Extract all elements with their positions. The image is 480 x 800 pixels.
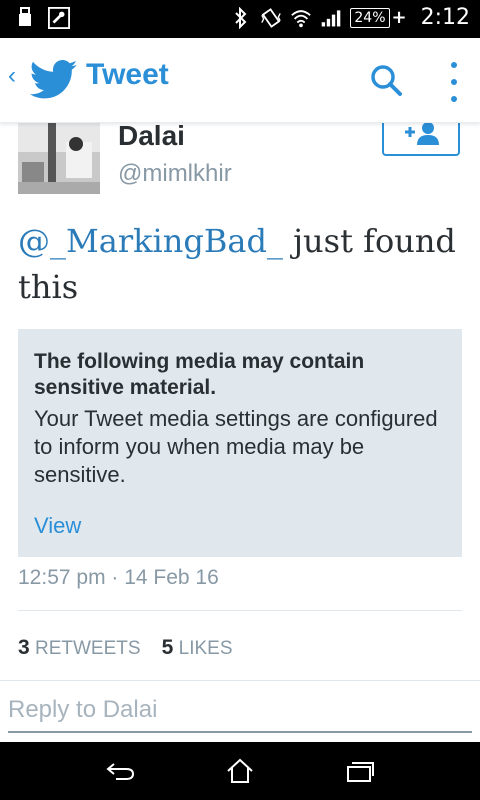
avatar[interactable] [18, 122, 100, 194]
sensitive-title: The following media may contain sensitiv… [34, 350, 365, 399]
twitter-bird-icon[interactable] [29, 60, 78, 105]
search-icon[interactable] [368, 62, 404, 103]
signal-icon [320, 6, 342, 30]
view-media-link[interactable]: View [34, 513, 81, 539]
likes-label: LIKES [178, 638, 233, 659]
vibrate-icon [260, 6, 282, 30]
add-user-icon [401, 122, 441, 152]
debug-icon [48, 6, 70, 30]
mention-link[interactable]: @_MarkingBad_ [18, 222, 283, 260]
overflow-menu-icon[interactable] [446, 62, 462, 102]
screen-title: Tweet [86, 58, 169, 91]
back-icon[interactable] [100, 756, 140, 786]
battery-indicator: 24% + [350, 6, 407, 28]
likes-stat[interactable]: 5 LIKES [161, 636, 233, 659]
author-name[interactable]: Dalai [118, 122, 185, 152]
home-icon[interactable] [220, 756, 260, 786]
retweets-stat[interactable]: 3 RETWEETS [18, 636, 141, 659]
tweet-text: @_MarkingBad_ just found this [18, 218, 458, 310]
reply-input[interactable] [8, 689, 472, 733]
action-bar: ‹ Tweet [0, 38, 480, 123]
retweets-count: 3 [18, 636, 30, 659]
retweets-label: RETWEETS [34, 638, 141, 659]
battery-percent: 24% [350, 7, 390, 28]
reply-bar [0, 680, 480, 743]
recent-apps-icon[interactable] [340, 756, 380, 786]
usb-icon [14, 6, 36, 30]
tweet-timestamp: 12:57 pm · 14 Feb 16 [18, 566, 219, 589]
status-bar: 24% + 2:12 [0, 0, 480, 38]
charging-icon: + [391, 6, 407, 28]
wifi-icon [290, 6, 312, 30]
system-nav-bar [0, 742, 480, 800]
sensitive-description: Your Tweet media settings are configured… [34, 406, 438, 487]
author-handle[interactable]: @mimlkhir [118, 160, 232, 188]
back-chevron-icon[interactable]: ‹ [8, 62, 16, 90]
divider [18, 610, 462, 611]
clock: 2:12 [420, 5, 470, 30]
bluetooth-icon [230, 6, 252, 30]
likes-count: 5 [161, 636, 174, 659]
tweet-detail: Dalai @mimlkhir @_MarkingBad_ just found… [0, 122, 480, 680]
follow-button[interactable] [382, 122, 460, 156]
sensitive-media-notice: The following media may contain sensitiv… [18, 329, 462, 557]
tweet-stats: 3 RETWEETS 5 LIKES [18, 636, 233, 660]
